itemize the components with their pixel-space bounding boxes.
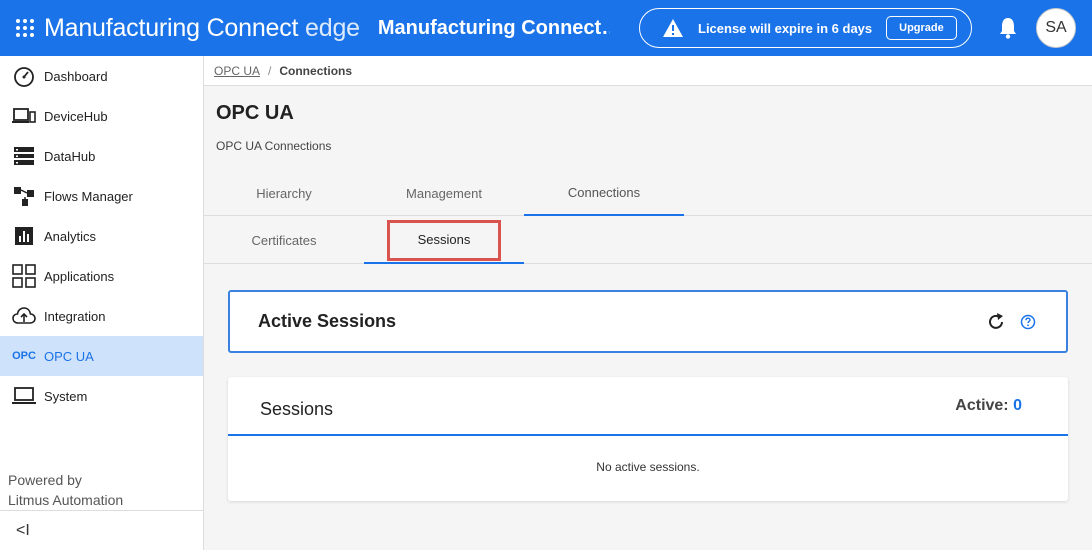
sidebar-item-system[interactable]: System — [0, 376, 203, 416]
secondary-tabs: Certificates Sessions — [204, 216, 1092, 264]
tab-certificates[interactable]: Certificates — [204, 216, 364, 264]
collapse-sidebar-button[interactable]: <I — [0, 510, 203, 550]
sidebar-item-label: Integration — [44, 308, 106, 324]
sidebar-item-label: Dashboard — [44, 68, 108, 84]
sidebar-item-devicehub[interactable]: DeviceHub — [0, 96, 203, 136]
cloud-upload-icon — [12, 304, 36, 328]
brand-name: Manufacturing Connect — [44, 13, 299, 42]
sessions-card-header: Sessions Active: 0 — [228, 377, 1068, 436]
breadcrumb-separator: / — [268, 63, 272, 78]
tab-hierarchy[interactable]: Hierarchy — [204, 170, 364, 216]
brand-edge: edge — [305, 13, 360, 42]
sidebar-item-integration[interactable]: Integration — [0, 296, 203, 336]
tab-management[interactable]: Management — [364, 170, 524, 216]
collapse-icon: <I — [16, 521, 30, 539]
powered-by-line1: Powered by — [8, 472, 82, 488]
sidebar-item-label: DeviceHub — [44, 108, 108, 124]
sidebar-item-label: OPC UA — [44, 348, 94, 364]
primary-tabs: Hierarchy Management Connections — [204, 170, 684, 216]
main-content: OPC UA / Connections OPC UA OPC UA Conne… — [204, 56, 1092, 550]
sidebar-item-opc-ua[interactable]: OPC OPC UA — [0, 336, 203, 376]
server-icon — [12, 144, 36, 168]
apps-grid-icon — [12, 264, 36, 288]
devices-icon — [12, 104, 36, 128]
speedometer-icon — [12, 64, 36, 88]
sidebar-item-analytics[interactable]: Analytics — [0, 216, 203, 256]
sidebar-item-label: System — [44, 388, 88, 404]
page-subtitle: OPC UA Connections — [216, 139, 332, 153]
sidebar-item-label: Analytics — [44, 228, 97, 244]
active-count: Active: 0 — [955, 397, 1022, 415]
app-launcher-icon[interactable] — [16, 18, 36, 38]
opc-icon: OPC — [12, 350, 36, 362]
laptop-icon — [12, 384, 36, 408]
breadcrumb: OPC UA / Connections — [204, 56, 1092, 86]
sidebar-item-label: DataHub — [44, 148, 96, 164]
sidebar-item-label: Flows Manager — [44, 188, 133, 204]
sidebar-item-dashboard[interactable]: Dashboard — [0, 56, 203, 96]
help-icon[interactable] — [1020, 314, 1036, 330]
active-count-value: 0 — [1013, 397, 1022, 414]
breadcrumb-link-opc-ua[interactable]: OPC UA — [214, 64, 260, 78]
tab-sessions[interactable]: Sessions — [364, 216, 524, 264]
sidebar-item-datahub[interactable]: DataHub — [0, 136, 203, 176]
tab-connections[interactable]: Connections — [524, 170, 684, 216]
sessions-title: Sessions — [260, 399, 334, 419]
powered-by: Powered by Litmus Automation — [8, 470, 123, 510]
active-count-label: Active: — [955, 397, 1009, 414]
sidebar-item-label: Applications — [44, 268, 115, 284]
license-text: License will expire in 6 days — [698, 20, 873, 36]
user-avatar[interactable]: SA — [1036, 8, 1076, 48]
sidebar-item-applications[interactable]: Applications — [0, 256, 203, 296]
active-sessions-title: Active Sessions — [258, 311, 397, 331]
active-sessions-card: Active Sessions — [228, 290, 1068, 353]
page-header: OPC UA OPC UA Connections Hierarchy Mana… — [204, 86, 1092, 216]
sidebar: Dashboard DeviceHub DataHub Flows Manage… — [0, 56, 204, 550]
analytics-icon — [12, 224, 36, 248]
upgrade-button[interactable]: Upgrade — [886, 16, 957, 40]
breadcrumb-current: Connections — [279, 63, 353, 78]
page-title: OPC UA — [216, 102, 294, 124]
top-app-bar: Manufacturing Connect edge Manufacturing… — [0, 0, 1092, 56]
sidebar-item-flows-manager[interactable]: Flows Manager — [0, 176, 203, 216]
sessions-card: Sessions Active: 0 No active sessions. — [228, 377, 1068, 501]
app-title: Manufacturing Connect… — [377, 16, 610, 39]
warning-icon — [663, 19, 683, 37]
flow-icon — [12, 184, 36, 208]
refresh-icon[interactable] — [986, 312, 1006, 332]
highlight-box — [387, 220, 501, 261]
license-banner: License will expire in 6 days Upgrade — [639, 8, 972, 48]
empty-state-message: No active sessions. — [596, 460, 700, 474]
notification-bell-icon[interactable] — [997, 16, 1019, 40]
powered-by-line2: Litmus Automation — [8, 492, 124, 508]
brand-logo: Manufacturing Connect edge — [44, 14, 360, 43]
